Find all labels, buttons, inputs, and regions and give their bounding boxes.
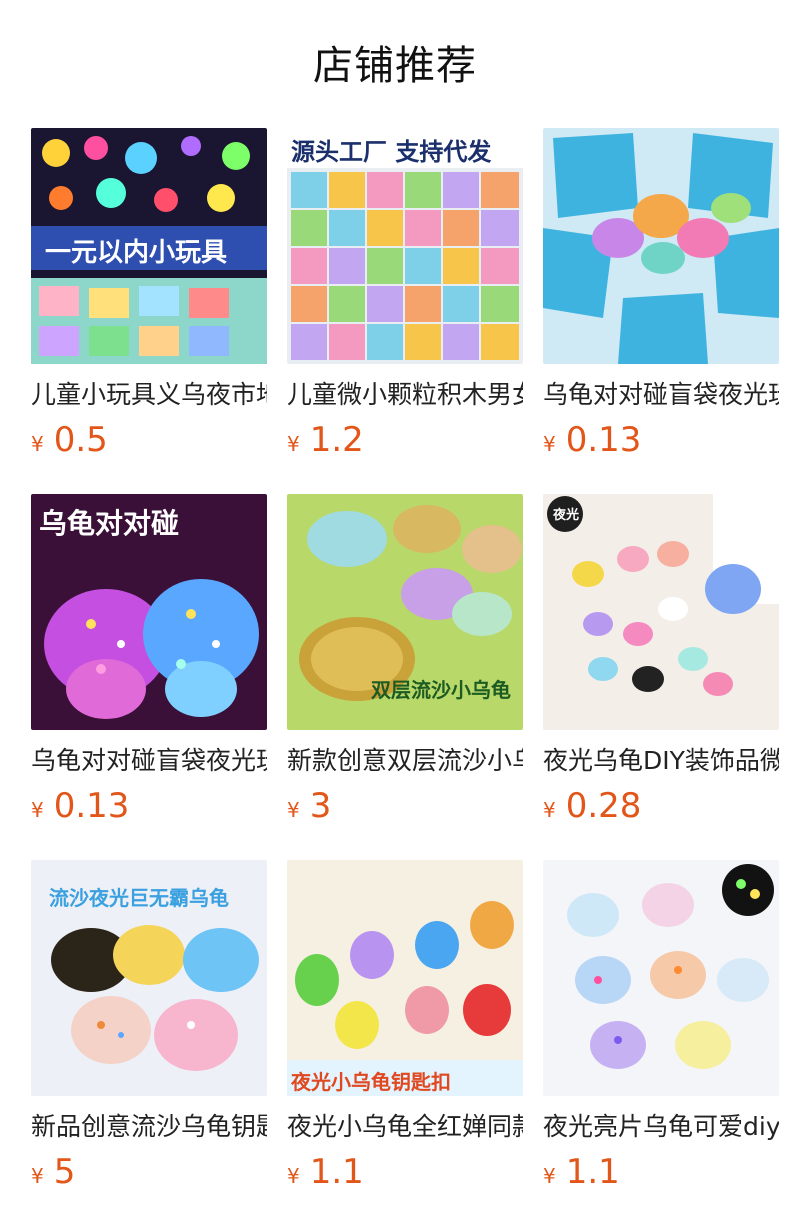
product-price: ¥ 0.5 bbox=[31, 420, 267, 460]
currency-symbol: ¥ bbox=[31, 798, 44, 822]
image-overlay-text: 夜光小乌龟钥匙扣 bbox=[291, 1070, 451, 1094]
product-card[interactable]: 乌龟对对碰 乌龟对对碰盲袋夜光玩具 ¥ 0.13 bbox=[31, 494, 267, 826]
product-price: ¥ 1.2 bbox=[287, 420, 523, 460]
product-title[interactable]: 乌龟对对碰盲袋夜光玩具 bbox=[543, 378, 779, 412]
image-overlay-text: 夜光 bbox=[553, 508, 580, 523]
product-image[interactable]: 一元以内小玩具 bbox=[31, 128, 267, 364]
product-price: ¥ 3 bbox=[287, 786, 523, 826]
currency-symbol: ¥ bbox=[31, 432, 44, 456]
product-card[interactable]: 夜光亮片乌龟可爱diy饰品 ¥ 1.1 bbox=[543, 860, 779, 1192]
image-overlay-text: 源头工厂 支持代发 bbox=[291, 138, 492, 166]
image-overlay-text: 双层流沙小乌龟 bbox=[371, 678, 511, 702]
price-amount: 0.13 bbox=[565, 420, 642, 460]
product-card[interactable]: 夜光小乌龟钥匙扣 夜光小乌龟全红婵同款钥匙扣 ¥ 1.1 bbox=[287, 860, 523, 1192]
product-image[interactable]: 流沙夜光巨无霸乌龟 bbox=[31, 860, 267, 1096]
image-overlay-text: 流沙夜光巨无霸乌龟 bbox=[49, 886, 229, 910]
product-price: ¥ 0.28 bbox=[543, 786, 779, 826]
price-amount: 1.1 bbox=[565, 1152, 620, 1192]
currency-symbol: ¥ bbox=[543, 798, 556, 822]
product-image[interactable] bbox=[543, 860, 779, 1096]
product-price: ¥ 5 bbox=[31, 1152, 267, 1192]
product-image[interactable]: 源头工厂 支持代发 bbox=[287, 128, 523, 364]
product-image[interactable]: 乌龟对对碰 bbox=[31, 494, 267, 730]
product-title[interactable]: 新品创意流沙乌龟钥匙扣 bbox=[31, 1110, 267, 1144]
price-amount: 1.1 bbox=[309, 1152, 364, 1192]
product-title[interactable]: 新款创意双层流沙小乌龟 bbox=[287, 744, 523, 778]
product-card[interactable]: 源头工厂 支持代发 儿童微小颗粒积木男女孩 ¥ 1.2 bbox=[287, 128, 523, 460]
product-title[interactable]: 夜光小乌龟全红婵同款钥匙扣 bbox=[287, 1110, 523, 1144]
product-image[interactable]: 夜光小乌龟钥匙扣 bbox=[287, 860, 523, 1096]
image-overlay-text: 乌龟对对碰 bbox=[39, 507, 180, 540]
product-title[interactable]: 儿童微小颗粒积木男女孩 bbox=[287, 378, 523, 412]
currency-symbol: ¥ bbox=[287, 1164, 300, 1188]
currency-symbol: ¥ bbox=[31, 1164, 44, 1188]
product-image[interactable]: 双层流沙小乌龟 bbox=[287, 494, 523, 730]
product-card[interactable]: 夜光 夜光乌龟DIY装饰品微景观 ¥ 0.28 bbox=[543, 494, 779, 826]
currency-symbol: ¥ bbox=[543, 432, 556, 456]
product-price: ¥ 0.13 bbox=[31, 786, 267, 826]
price-amount: 0.28 bbox=[565, 786, 642, 826]
price-amount: 3 bbox=[309, 786, 332, 826]
product-card[interactable]: 双层流沙小乌龟 新款创意双层流沙小乌龟 ¥ 3 bbox=[287, 494, 523, 826]
currency-symbol: ¥ bbox=[543, 1164, 556, 1188]
product-title[interactable]: 夜光乌龟DIY装饰品微景观 bbox=[543, 744, 779, 778]
product-price: ¥ 1.1 bbox=[543, 1152, 779, 1192]
price-amount: 0.13 bbox=[53, 786, 130, 826]
image-overlay-text: 一元以内小玩具 bbox=[45, 238, 228, 268]
currency-symbol: ¥ bbox=[287, 798, 300, 822]
product-grid: 一元以内小玩具 儿童小玩具义乌夜市地摊货源 ¥ 0.5 bbox=[31, 128, 779, 1192]
product-price: ¥ 1.1 bbox=[287, 1152, 523, 1192]
product-card[interactable]: 一元以内小玩具 儿童小玩具义乌夜市地摊货源 ¥ 0.5 bbox=[31, 128, 267, 460]
page-title: 店铺推荐 bbox=[313, 43, 477, 89]
product-price: ¥ 0.13 bbox=[543, 420, 779, 460]
product-title[interactable]: 夜光亮片乌龟可爱diy饰品 bbox=[543, 1110, 779, 1144]
price-amount: 0.5 bbox=[53, 420, 108, 460]
product-image[interactable]: 夜光 bbox=[543, 494, 779, 730]
currency-symbol: ¥ bbox=[287, 432, 300, 456]
product-title[interactable]: 乌龟对对碰盲袋夜光玩具 bbox=[31, 744, 267, 778]
product-card[interactable]: 乌龟对对碰盲袋夜光玩具 ¥ 0.13 bbox=[543, 128, 779, 460]
product-title[interactable]: 儿童小玩具义乌夜市地摊货源 bbox=[31, 378, 267, 412]
price-amount: 1.2 bbox=[309, 420, 364, 460]
product-image[interactable] bbox=[543, 128, 779, 364]
price-amount: 5 bbox=[53, 1152, 76, 1192]
product-card[interactable]: 流沙夜光巨无霸乌龟 新品创意流沙乌龟钥匙扣 ¥ 5 bbox=[31, 860, 267, 1192]
